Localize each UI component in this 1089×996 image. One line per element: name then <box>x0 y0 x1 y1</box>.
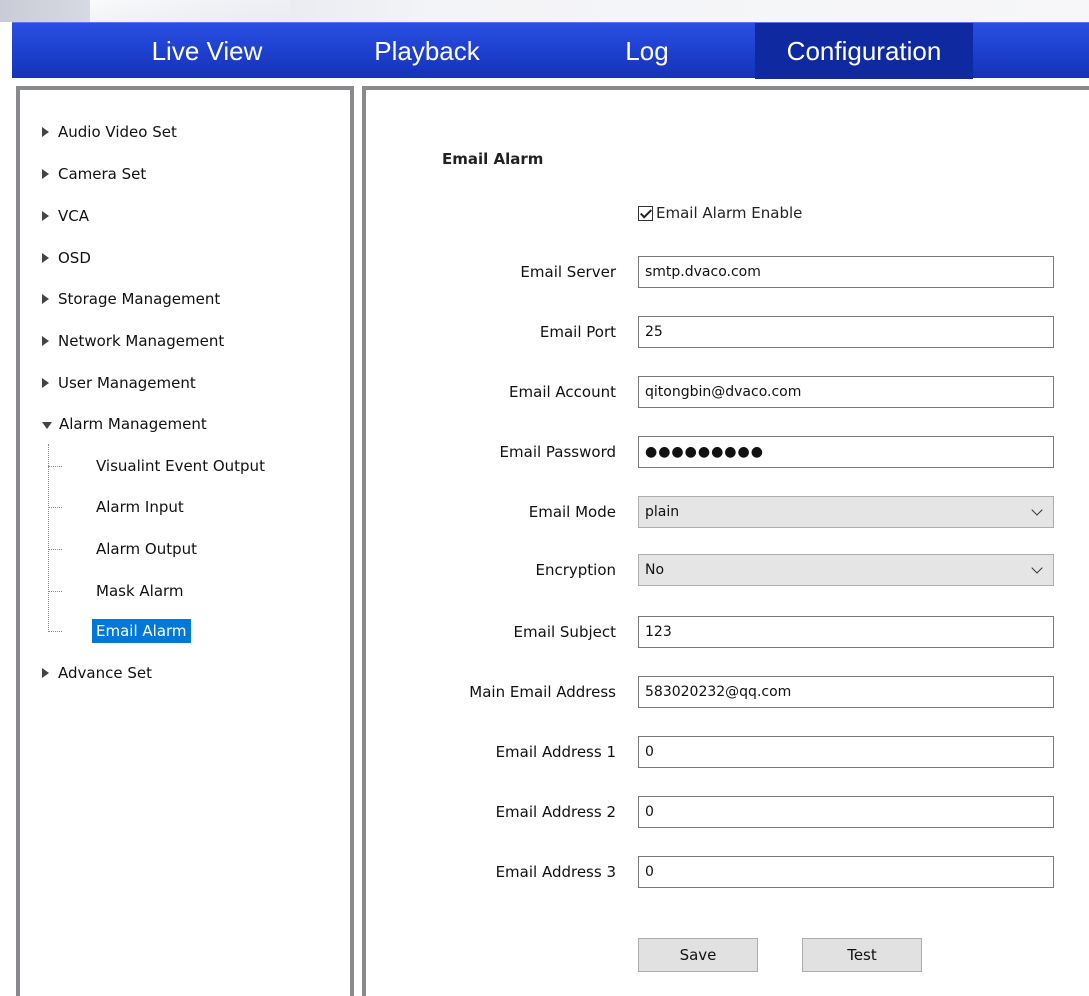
tree-item-alarm-output[interactable]: Alarm Output <box>48 535 201 563</box>
email-account-input[interactable]: qitongbin@dvaco.com <box>638 376 1054 408</box>
tree-item-label: Network Management <box>58 332 225 350</box>
email-subject-label: Email Subject <box>513 623 616 641</box>
main-email-address-input[interactable]: 583020232@qq.com <box>638 676 1054 708</box>
tab-playback[interactable]: Playback <box>357 23 497 79</box>
tree-item-advance-set[interactable]: Advance Set <box>42 661 152 685</box>
email-password-input[interactable]: ●●●●●●●●● <box>638 436 1054 468</box>
test-button[interactable]: Test <box>802 938 922 972</box>
expand-arrow-icon <box>42 253 49 263</box>
main-nav-bar: Live View Playback Log Configuration <box>12 22 1089 79</box>
email-mode-label: Email Mode <box>528 503 616 521</box>
tree-item-audio-video-set[interactable]: Audio Video Set <box>42 120 177 144</box>
tree-item-alarm-management[interactable]: Alarm Management <box>42 412 207 436</box>
email-address-2-label: Email Address 2 <box>495 803 616 821</box>
tree-item-label: Email Alarm <box>92 619 191 643</box>
email-port-label: Email Port <box>539 323 616 341</box>
save-button[interactable]: Save <box>638 938 758 972</box>
encryption-select[interactable]: No <box>638 554 1054 586</box>
tree-item-label: Advance Set <box>58 664 152 682</box>
tree-item-vca[interactable]: VCA <box>42 204 89 228</box>
tree-item-camera-set[interactable]: Camera Set <box>42 162 146 186</box>
email-address-1-input[interactable]: 0 <box>638 736 1054 768</box>
collapse-arrow-icon <box>42 421 52 429</box>
email-address-2-input[interactable]: 0 <box>638 796 1054 828</box>
email-server-label: Email Server <box>520 263 616 281</box>
tree-item-label: Storage Management <box>58 290 221 308</box>
expand-arrow-icon <box>42 336 49 346</box>
expand-arrow-icon <box>42 378 49 388</box>
email-port-input[interactable]: 25 <box>638 316 1054 348</box>
tree-item-mask-alarm[interactable]: Mask Alarm <box>48 577 188 605</box>
email-address-3-label: Email Address 3 <box>495 863 616 881</box>
encryption-value: No <box>645 562 665 578</box>
main-email-address-label: Main Email Address <box>469 683 616 701</box>
tree-item-label: Visualint Event Output <box>96 457 265 475</box>
email-alarm-form-panel: Email Alarm Email Alarm Enable Email Ser… <box>362 86 1089 996</box>
expand-arrow-icon <box>42 169 49 179</box>
tree-item-label: Alarm Input <box>96 498 184 516</box>
email-alarm-enable-toggle[interactable]: Email Alarm Enable <box>638 204 802 222</box>
config-tree-panel: Audio Video Set Camera Set VCA OSD Stora… <box>16 86 354 996</box>
tree-item-label: Camera Set <box>58 165 147 183</box>
password-mask: ●●●●●●●●● <box>645 444 764 460</box>
tab-live-view[interactable]: Live View <box>122 23 292 79</box>
expand-arrow-icon <box>42 294 49 304</box>
tab-log[interactable]: Log <box>607 23 687 79</box>
email-password-label: Email Password <box>499 443 616 461</box>
encryption-label: Encryption <box>535 561 616 579</box>
email-mode-select[interactable]: plain <box>638 496 1054 528</box>
email-subject-input[interactable]: 123 <box>638 616 1054 648</box>
tree-item-label: Audio Video Set <box>58 123 177 141</box>
chevron-down-icon <box>1031 504 1043 516</box>
top-decorative-strip <box>0 0 1089 22</box>
expand-arrow-icon <box>42 211 49 221</box>
tree-item-user-management[interactable]: User Management <box>42 371 196 395</box>
tree-item-network-management[interactable]: Network Management <box>42 329 224 353</box>
email-account-label: Email Account <box>509 383 616 401</box>
tree-item-label: VCA <box>58 207 89 225</box>
tree-item-osd[interactable]: OSD <box>42 246 91 270</box>
email-address-3-input[interactable]: 0 <box>638 856 1054 888</box>
tree-item-storage-management[interactable]: Storage Management <box>42 287 220 311</box>
tree-item-alarm-input[interactable]: Alarm Input <box>48 493 188 521</box>
tree-item-label: User Management <box>58 374 196 392</box>
tree-item-label: Alarm Output <box>96 540 198 558</box>
tree-item-label: OSD <box>58 249 91 267</box>
email-mode-value: plain <box>645 504 680 520</box>
section-title: Email Alarm <box>442 150 544 168</box>
expand-arrow-icon <box>42 668 49 678</box>
checkbox-checked-icon[interactable] <box>638 205 653 221</box>
email-address-1-label: Email Address 1 <box>495 743 616 761</box>
checkbox-label: Email Alarm Enable <box>656 204 803 222</box>
tree-item-email-alarm[interactable]: Email Alarm <box>48 617 191 645</box>
tree-item-label: Mask Alarm <box>96 582 184 600</box>
email-server-input[interactable]: smtp.dvaco.com <box>638 256 1054 288</box>
tab-configuration[interactable]: Configuration <box>755 23 973 79</box>
expand-arrow-icon <box>42 127 49 137</box>
tree-item-label: Alarm Management <box>59 415 207 433</box>
tree-item-visualint-event-output[interactable]: Visualint Event Output <box>48 452 269 480</box>
chevron-down-icon <box>1031 562 1043 574</box>
